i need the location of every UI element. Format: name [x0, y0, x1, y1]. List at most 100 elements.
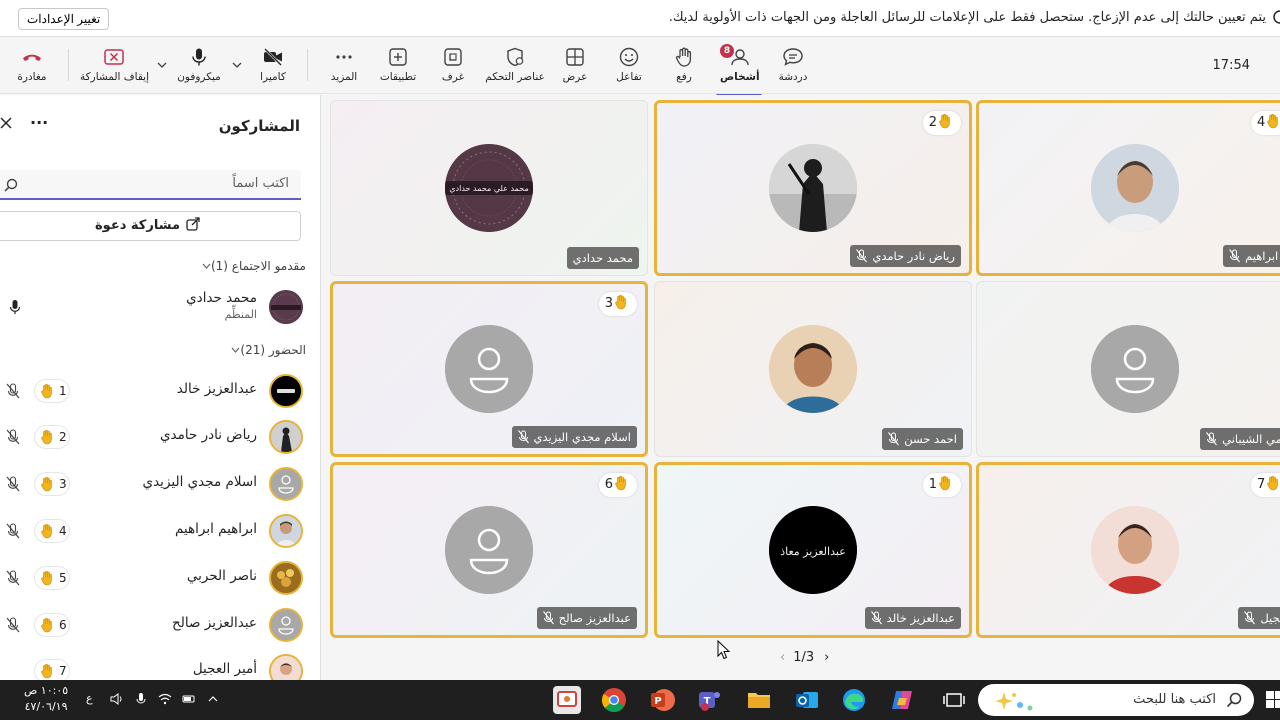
stop-sharing-button[interactable]: إيقاف المشاركة [80, 47, 150, 83]
chevron-up-icon[interactable] [206, 692, 220, 706]
tile-name: مالك رامي الشيباني [1222, 432, 1280, 446]
participant-row[interactable]: اسلام مجدي اليزيدي 3 [0, 464, 320, 504]
tile-name-label: رياض نادر حامدي [850, 245, 961, 267]
share-invite-button[interactable]: مشاركة دعوة [0, 211, 301, 241]
apps-button[interactable]: تطبيقات [378, 47, 418, 83]
raised-hand-icon [41, 523, 52, 539]
chat-button[interactable]: دردشة [774, 47, 812, 83]
file-explorer-app-icon[interactable] [745, 686, 773, 714]
participant-name: ابراهيم ابراهيم [174, 521, 257, 537]
participant-row[interactable]: عبدالعزيز خالد 1 [0, 371, 320, 411]
default-avatar-icon [1091, 325, 1179, 413]
hand-order: 3 [59, 477, 67, 491]
tile-name: محمد حدادي [572, 251, 633, 265]
raised-hand-badge: 7 [1251, 473, 1280, 497]
controls-label: عناصر التحكم [485, 71, 545, 83]
microphone-button[interactable]: ميكروفون [176, 47, 222, 83]
participant-row-organizer[interactable]: محمد حدادي المنظِّم [0, 287, 320, 327]
svg-text:P: P [654, 696, 661, 707]
hand-order: 2 [59, 430, 67, 444]
chat-label: دردشة [778, 71, 808, 83]
presenters-section-header[interactable]: مقدمو الاجتماع (1) [196, 259, 306, 273]
controls-button[interactable]: عناصر التحكم [484, 47, 546, 83]
video-tile[interactable]: 3 اسلام مجدي اليزيدي [330, 281, 648, 457]
taskbar-clock[interactable]: ١٠:٠٥ ص ٤٧/٠٦/١٩ [24, 683, 68, 715]
participant-row[interactable]: عبدالعزيز صالح 6 [0, 605, 320, 645]
raised-hand-icon [1267, 113, 1279, 129]
raised-hand-badge: 2 [922, 111, 961, 135]
tile-name-label: عبدالعزيز خالد [864, 607, 961, 629]
stop-share-icon [104, 49, 124, 65]
microphone-icon[interactable] [134, 692, 148, 706]
attendees-section-header[interactable]: الحضور (21) [225, 343, 306, 357]
raise-hand-button[interactable]: رفع [668, 47, 700, 83]
people-count-badge: 8 [720, 44, 734, 58]
participant-row[interactable]: رياض نادر حامدي 2 [0, 417, 320, 457]
taskbar-search-placeholder: اكتب هنا للبحث [1133, 692, 1216, 707]
stop-sharing-label: إيقاف المشاركة [80, 71, 150, 83]
avatar: عبدالعزيز معاذ [769, 506, 857, 594]
snipping-tool-app-icon[interactable] [553, 686, 581, 714]
shield-settings-icon [507, 47, 524, 67]
video-tile[interactable]: 7 أمير العجيل [976, 462, 1280, 638]
more-button[interactable]: المزيد [328, 47, 360, 83]
camera-options-chevron-icon[interactable] [232, 61, 242, 69]
view-button[interactable]: عرض [560, 47, 590, 83]
next-page-icon[interactable]: › [824, 650, 829, 665]
chrome-app-icon[interactable] [600, 686, 628, 714]
video-tile[interactable]: احمد حسن [654, 281, 972, 457]
people-button[interactable]: 8 أشخاص [716, 44, 762, 97]
powerpoint-app-icon[interactable]: P [648, 686, 676, 714]
avatar [769, 144, 857, 232]
raised-hand-icon [615, 475, 626, 491]
video-stage: محمد علي محمد حدادي محمد حدادي 2 رياض نا… [322, 95, 1280, 680]
microphone-muted-icon [517, 430, 529, 444]
raised-hand-icon [41, 429, 52, 445]
outlook-app-icon[interactable] [793, 686, 821, 714]
participant-row[interactable]: أمير العجيل 7 [0, 651, 320, 680]
leave-button[interactable]: مغادرة [16, 47, 48, 83]
edge-app-icon[interactable] [840, 686, 868, 714]
change-settings-button[interactable]: تغيير الإعدادات [18, 8, 110, 30]
react-button[interactable]: تفاعل [612, 47, 646, 83]
hand-order: 4 [59, 524, 67, 538]
camera-button[interactable]: كاميرا [258, 47, 288, 83]
hand-order: 7 [59, 664, 67, 678]
camera-label: كاميرا [260, 71, 286, 83]
video-tile[interactable]: 1 عبدالعزيز معاذ عبدالعزيز خالد [654, 462, 972, 638]
panel-more-options-icon[interactable]: ··· [30, 113, 48, 132]
start-icon[interactable] [1266, 690, 1280, 710]
default-avatar-icon [445, 325, 533, 413]
participant-search-input[interactable]: اكتب اسماً [0, 170, 301, 200]
video-tile[interactable]: 4 ابراهيم ابراهيم [976, 100, 1280, 276]
battery-icon[interactable] [182, 692, 196, 706]
input-language[interactable]: ع [86, 692, 93, 705]
search-placeholder: اكتب اسماً [232, 176, 289, 191]
copilot-app-icon[interactable] [888, 686, 916, 714]
participant-row[interactable]: ابراهيم ابراهيم 4 [0, 511, 320, 551]
close-icon[interactable] [0, 117, 12, 129]
hand-order: 5 [59, 571, 67, 585]
teams-app-icon[interactable]: T [695, 686, 723, 714]
tile-name-label: ابراهيم ابراهيم [1223, 245, 1280, 267]
previous-page-icon[interactable]: ‹ [780, 650, 785, 665]
hand-order: 1 [59, 384, 67, 398]
wifi-icon[interactable] [158, 692, 172, 706]
video-tile[interactable]: 6 عبدالعزيز صالح [330, 462, 648, 638]
raised-hand-badge: 3 [598, 292, 637, 316]
task-view-icon[interactable] [940, 686, 968, 714]
video-tile[interactable]: محمد علي محمد حدادي محمد حدادي [330, 100, 648, 276]
participant-row[interactable]: ناصر الحربي 5 [0, 558, 320, 598]
notification-text: يتم تعيين حالتك إلى عدم الإزعاج. ستحصل ف… [668, 10, 1266, 25]
raised-hand-badge: 4 [1251, 111, 1280, 135]
rooms-button[interactable]: غرف [438, 47, 468, 83]
taskbar-search-input[interactable]: اكتب هنا للبحث [978, 684, 1254, 716]
meeting-toolbar: 17:54 دردشة 8 أشخاص رفع تفاعل عرض عناصر … [0, 37, 1280, 97]
volume-icon[interactable] [110, 692, 124, 706]
avatar [269, 374, 303, 408]
hand-order: 2 [928, 115, 937, 130]
microphone-options-chevron-icon[interactable] [157, 61, 167, 69]
video-tile[interactable]: 2 رياض نادر حامدي [654, 100, 972, 276]
video-tile[interactable]: مالك رامي الشيباني [976, 281, 1280, 457]
windows-taskbar: ١٠:٠٥ ص ٤٧/٠٦/١٩ ع P T اكتب هنا للبحث [0, 680, 1280, 720]
